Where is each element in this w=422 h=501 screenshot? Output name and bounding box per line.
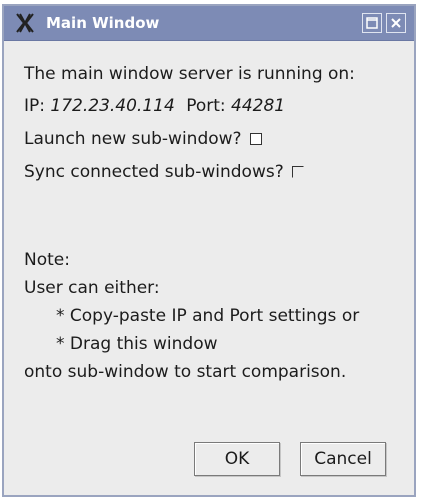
launch-label: Launch new sub-window? xyxy=(24,129,242,149)
note-title: Note: xyxy=(24,250,70,270)
main-window: Main Window The main window server is ru… xyxy=(2,4,416,497)
note-outro: onto sub-window to start comparison. xyxy=(24,362,347,382)
close-icon xyxy=(391,18,401,28)
cancel-button[interactable]: Cancel xyxy=(300,442,386,476)
note-intro: User can either: xyxy=(24,278,160,298)
sync-row: Sync connected sub-windows? xyxy=(24,162,304,182)
port-value: 44281 xyxy=(231,96,286,116)
ip-label: IP: xyxy=(24,96,45,116)
title-bar[interactable]: Main Window xyxy=(4,6,414,41)
note-item-drag: * Drag this window xyxy=(56,334,218,354)
x-logo-icon xyxy=(14,12,36,34)
close-button[interactable] xyxy=(386,13,406,33)
sync-checkbox[interactable] xyxy=(291,166,304,178)
server-status-text: The main window server is running on: xyxy=(24,64,355,84)
maximize-icon xyxy=(366,17,378,29)
ok-button[interactable]: OK xyxy=(194,442,280,476)
launch-row: Launch new sub-window? xyxy=(24,129,262,149)
window-content: The main window server is running on: IP… xyxy=(4,40,414,495)
connection-info: IP: 172.23.40.114 Port: 44281 xyxy=(24,96,285,116)
launch-checkbox[interactable] xyxy=(249,133,262,145)
maximize-button[interactable] xyxy=(362,13,382,33)
ip-value: 172.23.40.114 xyxy=(50,96,175,116)
sync-label: Sync connected sub-windows? xyxy=(24,162,284,182)
window-title: Main Window xyxy=(46,14,160,32)
port-label: Port: xyxy=(186,96,226,116)
note-item-copy-paste: * Copy-paste IP and Port settings or xyxy=(56,306,360,326)
